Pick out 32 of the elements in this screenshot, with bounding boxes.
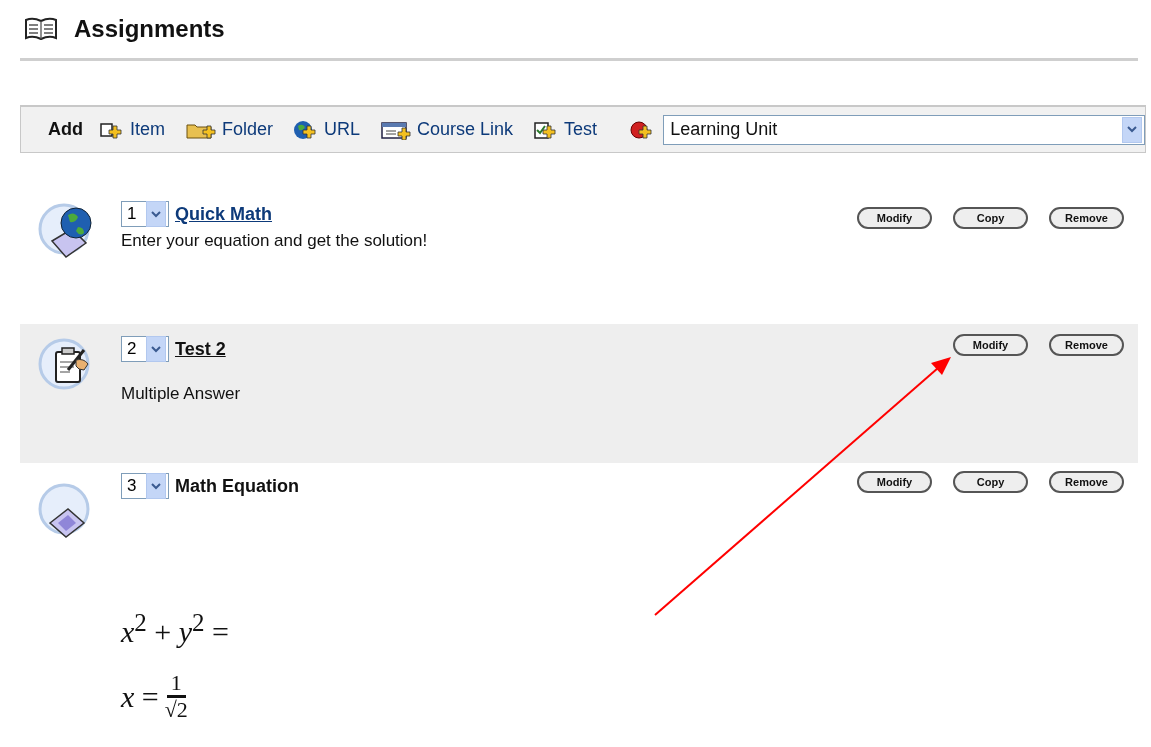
add-link[interactable]: Course Link	[380, 119, 514, 140]
chevron-down-icon	[151, 210, 161, 218]
order-select[interactable]: 2	[121, 336, 169, 362]
action-button[interactable]: Remove	[1049, 471, 1124, 493]
add-link[interactable]: URL	[293, 119, 361, 140]
math-equation: x$^{2}$ + y$^{2}$ =	[121, 609, 229, 649]
action-button[interactable]: Copy	[953, 207, 1028, 229]
chevron-down-icon	[151, 345, 161, 353]
item-title-link[interactable]: Test 2	[175, 338, 226, 360]
order-select[interactable]: 1	[121, 201, 169, 227]
add-link[interactable]: Test	[533, 119, 598, 140]
action-button[interactable]: Modify	[857, 471, 932, 493]
fraction: 1 √2	[164, 671, 188, 723]
action-button[interactable]: Remove	[1049, 334, 1124, 356]
add-label: Add	[48, 119, 83, 140]
action-button[interactable]: Copy	[953, 471, 1028, 493]
page-title: Assignments	[74, 15, 225, 43]
action-button[interactable]: Modify	[953, 334, 1028, 356]
order-select[interactable]: 3	[121, 473, 169, 499]
item-title-link[interactable]: Quick Math	[175, 203, 272, 225]
action-button[interactable]: Modify	[857, 207, 932, 229]
open-book-icon	[24, 17, 58, 41]
item-description: Multiple Answer	[121, 384, 242, 404]
unit-select[interactable]: Learning Unit	[663, 114, 1145, 145]
chevron-down-icon	[1127, 126, 1137, 133]
item-title[interactable]: Math Equation	[175, 475, 299, 497]
math-equation-left: x =	[121, 679, 159, 714]
item-description: Enter your equation and get the solution!	[121, 231, 429, 251]
chevron-down-icon	[151, 482, 161, 490]
add-link[interactable]: Folder	[185, 119, 274, 140]
action-button[interactable]: Remove	[1049, 207, 1124, 229]
add-link[interactable]: Item	[99, 119, 165, 140]
